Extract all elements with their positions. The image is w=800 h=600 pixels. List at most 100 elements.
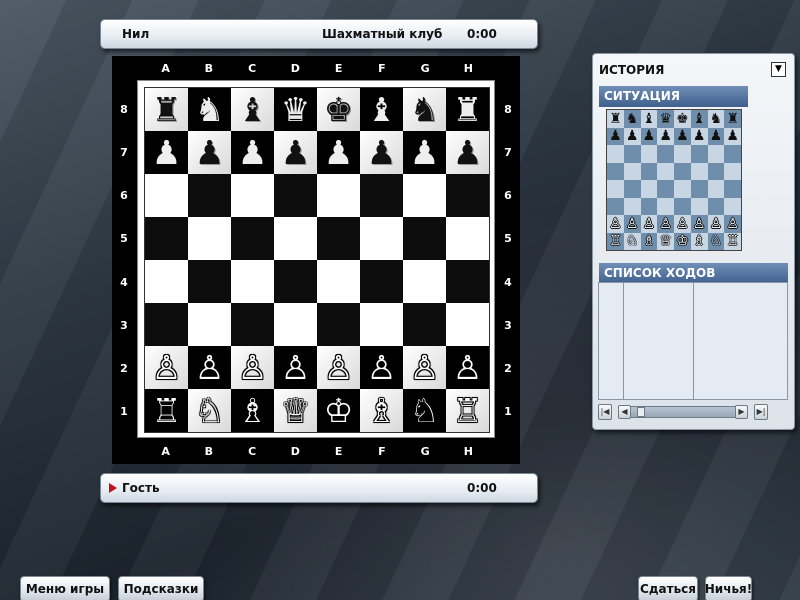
square-a1[interactable]: ♖ [145,389,188,432]
square-b2[interactable]: ♙ [188,346,231,389]
chess-piece[interactable]: ♙ [367,351,397,384]
square-h1[interactable]: ♖ [446,389,489,432]
square-g6[interactable] [403,174,446,217]
chess-piece[interactable]: ♝ [238,93,268,126]
square-b8[interactable]: ♞ [188,88,231,131]
square-b6[interactable] [188,174,231,217]
chess-piece[interactable]: ♟ [324,136,354,169]
square-e3[interactable] [317,303,360,346]
square-b7[interactable]: ♟ [188,131,231,174]
square-h8[interactable]: ♜ [446,88,489,131]
square-a7[interactable]: ♟ [145,131,188,174]
chess-piece[interactable]: ♗ [367,394,397,427]
scroll-thumb[interactable] [637,407,645,417]
scroll-track[interactable]: ◀ ▶ [618,405,748,419]
chess-piece[interactable]: ♟ [453,136,483,169]
square-d5[interactable] [274,217,317,260]
chess-piece[interactable]: ♙ [324,351,354,384]
chess-piece[interactable]: ♜ [453,93,483,126]
chess-piece[interactable]: ♟ [152,136,182,169]
square-f4[interactable] [360,260,403,303]
square-h5[interactable] [446,217,489,260]
square-e1[interactable]: ♔ [317,389,360,432]
chess-piece[interactable]: ♛ [281,93,311,126]
square-g4[interactable] [403,260,446,303]
square-e2[interactable]: ♙ [317,346,360,389]
square-d7[interactable]: ♟ [274,131,317,174]
square-f8[interactable]: ♝ [360,88,403,131]
square-d8[interactable]: ♛ [274,88,317,131]
chess-piece[interactable]: ♘ [410,394,440,427]
hints-button[interactable]: Подсказки [118,576,204,600]
chess-piece[interactable]: ♙ [410,351,440,384]
square-b4[interactable] [188,260,231,303]
chess-piece[interactable]: ♟ [238,136,268,169]
square-b3[interactable] [188,303,231,346]
square-b5[interactable] [188,217,231,260]
square-c8[interactable]: ♝ [231,88,274,131]
moves-scrollbar[interactable]: |◀ ◀ ▶ ▶| [598,404,788,420]
square-c6[interactable] [231,174,274,217]
chevron-down-icon[interactable]: ▼ [771,62,786,77]
square-d4[interactable] [274,260,317,303]
square-g5[interactable] [403,217,446,260]
square-a5[interactable] [145,217,188,260]
square-f2[interactable]: ♙ [360,346,403,389]
square-d6[interactable] [274,174,317,217]
scroll-left-button[interactable]: ◀ [618,405,631,419]
game-menu-button[interactable]: Меню игры [20,576,110,600]
chess-piece[interactable]: ♖ [453,394,483,427]
square-h3[interactable] [446,303,489,346]
square-d1[interactable]: ♕ [274,389,317,432]
chess-piece[interactable]: ♜ [152,93,182,126]
chess-piece[interactable]: ♖ [152,394,182,427]
square-h4[interactable] [446,260,489,303]
square-a4[interactable] [145,260,188,303]
square-c2[interactable]: ♙ [231,346,274,389]
chess-piece[interactable]: ♙ [152,351,182,384]
chess-piece[interactable]: ♞ [195,93,225,126]
chess-piece[interactable]: ♚ [324,93,354,126]
square-b1[interactable]: ♘ [188,389,231,432]
chess-piece[interactable]: ♙ [195,351,225,384]
square-f1[interactable]: ♗ [360,389,403,432]
square-h2[interactable]: ♙ [446,346,489,389]
square-e5[interactable] [317,217,360,260]
chess-piece[interactable]: ♙ [238,351,268,384]
square-a2[interactable]: ♙ [145,346,188,389]
square-f6[interactable] [360,174,403,217]
chess-piece[interactable]: ♟ [367,136,397,169]
square-e7[interactable]: ♟ [317,131,360,174]
scroll-right-button[interactable]: ▶ [735,405,748,419]
first-move-button[interactable]: |◀ [598,404,612,420]
chess-piece[interactable]: ♗ [238,394,268,427]
square-c3[interactable] [231,303,274,346]
square-f7[interactable]: ♟ [360,131,403,174]
chess-piece[interactable]: ♙ [281,351,311,384]
chess-piece[interactable]: ♕ [281,394,311,427]
square-g2[interactable]: ♙ [403,346,446,389]
chess-piece[interactable]: ♔ [324,394,354,427]
square-g1[interactable]: ♘ [403,389,446,432]
square-a6[interactable] [145,174,188,217]
chess-piece[interactable]: ♞ [410,93,440,126]
chess-piece[interactable]: ♙ [453,351,483,384]
resign-button[interactable]: Сдаться [638,576,698,600]
last-move-button[interactable]: ▶| [754,404,768,420]
square-h7[interactable]: ♟ [446,131,489,174]
moves-list[interactable] [598,282,788,400]
square-h6[interactable] [446,174,489,217]
chess-piece[interactable]: ♝ [367,93,397,126]
board-grid[interactable]: ♜ ♞ ♝ ♛ ♚ ♝ ♞ ♜ ♟ ♟ ♟ ♟ ♟ ♟ ♟ ♟ ♙ ♙ ♙ ♙ ♙ ♙ ♙ ♙ ♖ ♘ ♗ ♕ ♔ ♗ ♘ ♖ [144,87,490,433]
square-c5[interactable] [231,217,274,260]
square-d2[interactable]: ♙ [274,346,317,389]
chess-piece[interactable]: ♟ [195,136,225,169]
square-d3[interactable] [274,303,317,346]
chess-piece[interactable]: ♟ [281,136,311,169]
square-g3[interactable] [403,303,446,346]
square-f3[interactable] [360,303,403,346]
square-g7[interactable]: ♟ [403,131,446,174]
square-a3[interactable] [145,303,188,346]
square-e4[interactable] [317,260,360,303]
square-g8[interactable]: ♞ [403,88,446,131]
